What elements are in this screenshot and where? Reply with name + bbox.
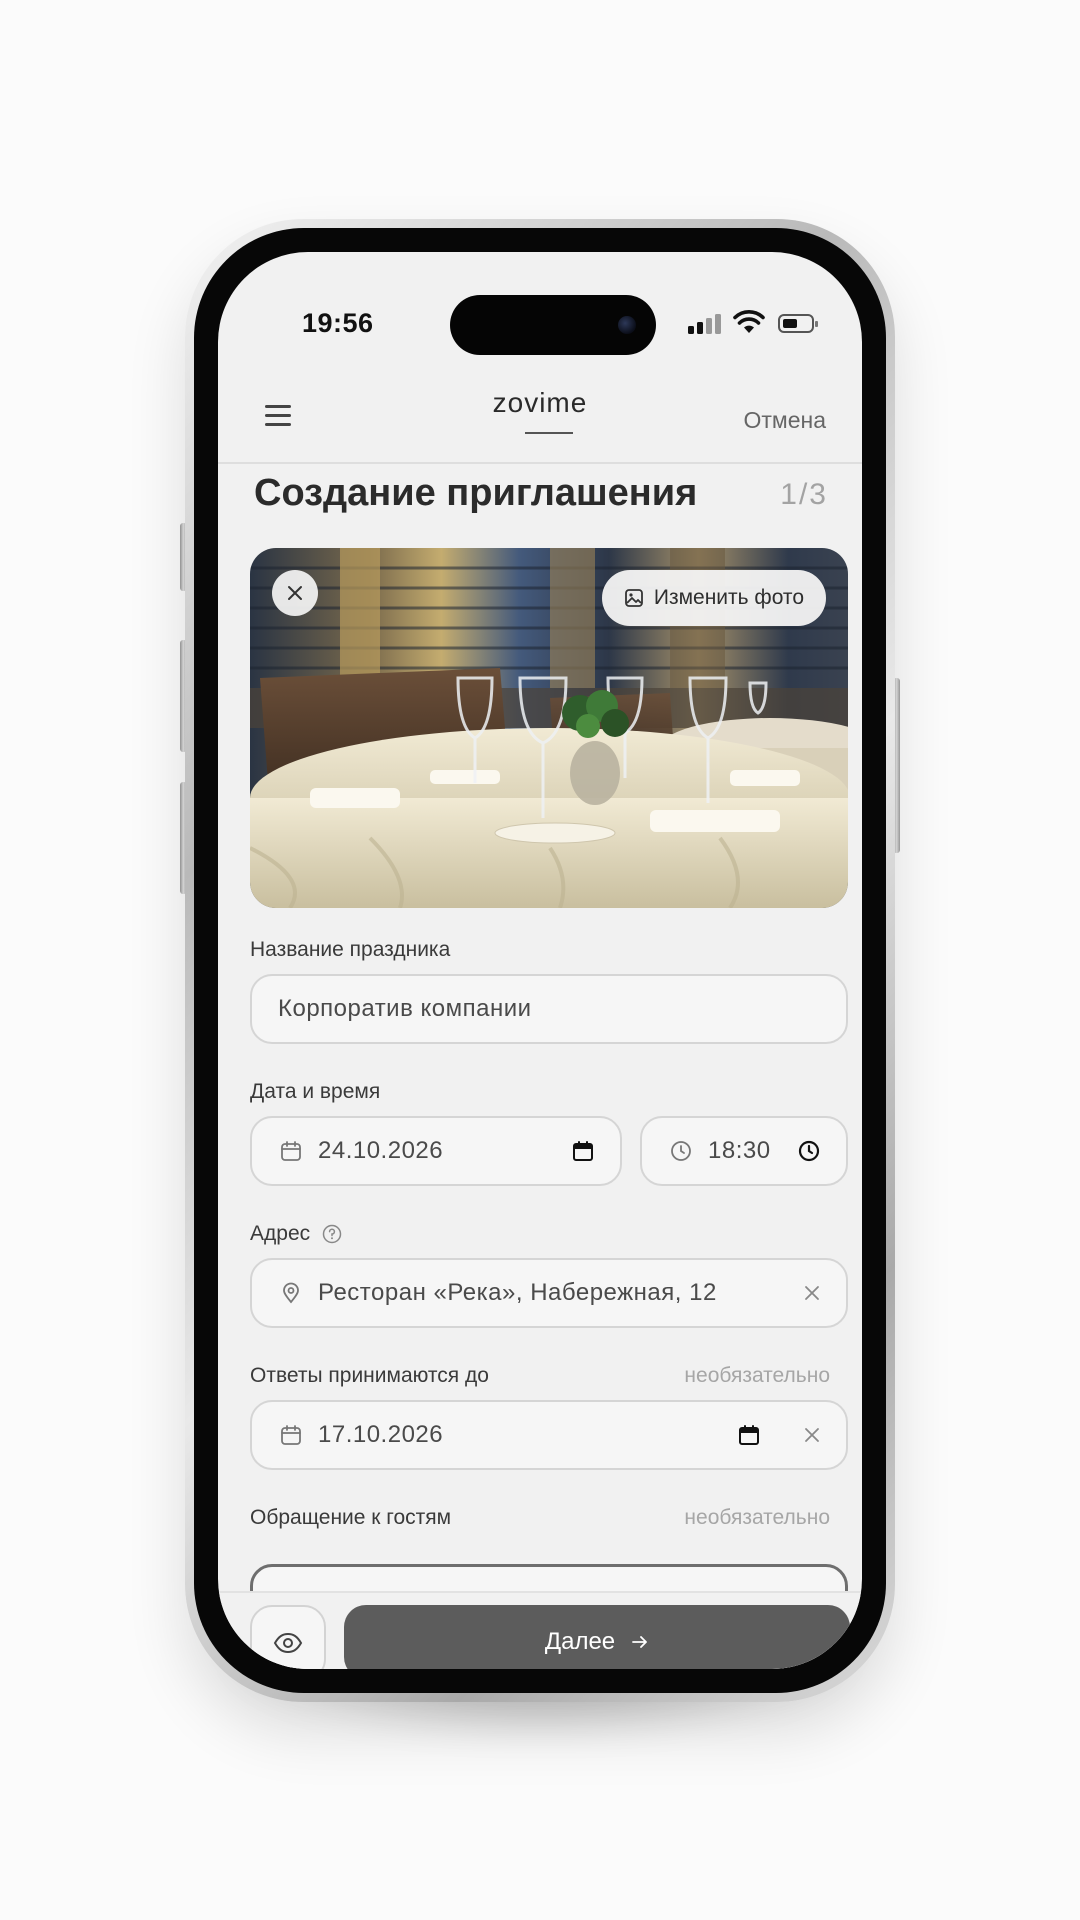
step-indicator: 1/3 [780,478,828,511]
clear-address-icon[interactable] [804,1285,820,1301]
calendar-picker-icon[interactable] [572,1140,594,1162]
guest-message-label: Обращение к гостям [250,1506,452,1529]
image-icon [624,589,643,607]
cover-photo: Изменить фото [250,548,848,908]
next-button-label: Далее [544,1628,616,1655]
camera-icon [618,316,636,334]
calendar-picker-icon[interactable] [738,1424,760,1446]
date-value: 24.10.2026 [318,1137,444,1164]
dynamic-island [450,295,656,355]
address-label-text: Адрес [250,1222,311,1245]
clock-picker-icon[interactable] [798,1140,820,1162]
event-name-value: Корпоратив компании [278,995,532,1022]
guest-message-optional-hint: необязательно [684,1506,830,1529]
time-input[interactable]: 18:30 [640,1116,848,1186]
calendar-icon [278,1422,304,1448]
signal-icon [688,314,722,334]
location-pin-icon [278,1280,304,1306]
help-icon[interactable] [322,1224,342,1244]
rsvp-deadline-value: 17.10.2026 [318,1421,444,1448]
change-photo-button[interactable]: Изменить фото [601,570,826,626]
battery-icon [778,314,818,333]
rsvp-deadline-input[interactable]: 17.10.2026 [250,1400,848,1470]
arrow-right-icon [632,1636,648,1648]
calendar-icon [278,1138,304,1164]
remove-photo-button[interactable] [272,570,318,616]
phone-bezel: 19:56 zovime Отмена Создание приглашения… [194,228,886,1693]
event-name-input[interactable]: Корпоратив компании [250,974,848,1044]
cancel-button[interactable]: Отмена [743,407,826,434]
rsvp-optional-hint: необязательно [684,1364,830,1387]
phone-frame: 19:56 zovime Отмена Создание приглашения… [185,219,895,1702]
app-bar: zovime Отмена [218,377,862,464]
close-icon [288,586,302,600]
status-time: 19:56 [302,308,374,338]
eye-icon [273,1632,303,1654]
time-value: 18:30 [708,1137,771,1164]
change-photo-label: Изменить фото [653,586,804,609]
address-value: Ресторан «Река», Набережная, 12 [318,1279,717,1306]
datetime-label: Дата и время [250,1080,381,1103]
wifi-icon [733,310,765,333]
date-input[interactable]: 24.10.2026 [250,1116,622,1186]
brand-underline [525,432,573,434]
next-button[interactable]: Далее [344,1605,850,1669]
address-label: Адрес [250,1222,342,1246]
clear-rsvp-icon[interactable] [804,1427,820,1443]
address-input[interactable]: Ресторан «Река», Набережная, 12 [250,1258,848,1328]
bottom-action-bar: Далее [218,1591,862,1669]
phone-screen: 19:56 zovime Отмена Создание приглашения… [218,252,862,1669]
clock-icon [668,1138,694,1164]
status-bar: 19:56 [218,252,862,372]
rsvp-deadline-label: Ответы принимаются до [250,1364,489,1387]
preview-button[interactable] [250,1605,326,1669]
event-name-label: Название праздника [250,938,451,961]
page-title: Создание приглашения [254,472,698,514]
